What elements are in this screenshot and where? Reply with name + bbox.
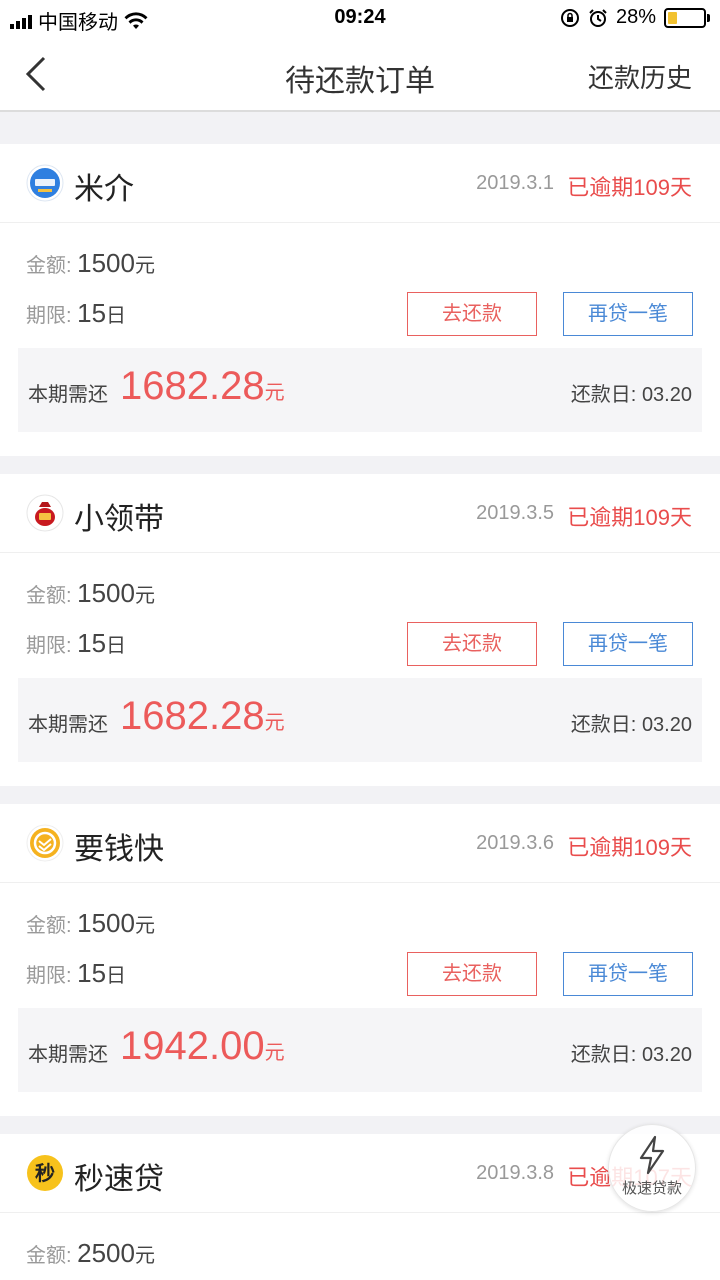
overdue-status: 已逾期109天 (567, 175, 692, 200)
amount-row: 金额: 2500元 (26, 1238, 155, 1268)
borrow-again-button[interactable]: 再贷一笔 (563, 292, 693, 336)
due-amount: 1682.28元 (120, 364, 285, 408)
order-date: 2019.3.8 (476, 1162, 554, 1184)
order-card: 要钱快 2019.3.6 已逾期109天 金额: 1500元 期限: 15日 去… (0, 804, 720, 1116)
term-row: 期限: 15日 (26, 628, 127, 658)
borrow-again-button[interactable]: 再贷一笔 (563, 952, 693, 996)
amount-row: 金额: 1500元 (26, 908, 155, 938)
lender-name: 米介 (74, 173, 134, 206)
battery-percent: 28% (615, 6, 656, 28)
lender-name: 小领带 (74, 503, 164, 536)
battery-icon (664, 7, 710, 28)
repay-button[interactable]: 去还款 (407, 622, 537, 666)
term-row: 期限: 15日 (26, 958, 127, 988)
jisudai-logo-icon (26, 164, 64, 202)
divider (0, 1116, 720, 1134)
status-bar: 中国移动 09:24 28% (0, 0, 720, 36)
order-date: 2019.3.5 (476, 502, 554, 524)
due-label: 本期需还 (28, 384, 108, 406)
repay-date: 还款日: 03.20 (570, 384, 692, 406)
repay-button[interactable]: 去还款 (407, 952, 537, 996)
repay-date: 还款日: 03.20 (570, 1044, 692, 1066)
order-date: 2019.3.6 (476, 832, 554, 854)
repay-history-link[interactable]: 还款历史 (588, 58, 692, 95)
divider (0, 112, 720, 144)
repay-button[interactable]: 去还款 (407, 292, 537, 336)
due-amount: 1942.00元 (120, 1024, 285, 1068)
nav-bar: 待还款订单 还款历史 (0, 36, 720, 112)
due-label: 本期需还 (28, 714, 108, 736)
order-header: 要钱快 2019.3.6 已逾期109天 (0, 804, 720, 883)
due-panel: 本期需还 1682.28元 还款日: 03.20 (18, 348, 702, 432)
order-date: 2019.3.1 (476, 172, 554, 194)
amount-row: 金额: 1500元 (26, 578, 155, 608)
overdue-status: 已逾期109天 (567, 835, 692, 860)
overdue-status: 已逾期109天 (567, 505, 692, 530)
quick-loan-label: 极速贷款 (621, 1180, 682, 1197)
miao-logo-icon: 秒 (26, 1154, 64, 1192)
repay-date: 还款日: 03.20 (570, 714, 692, 736)
order-header: 小领带 2019.3.5 已逾期109天 (0, 474, 720, 553)
borrow-again-button[interactable]: 再贷一笔 (563, 622, 693, 666)
due-panel: 本期需还 1942.00元 还款日: 03.20 (18, 1008, 702, 1092)
divider (0, 456, 720, 474)
coin-logo-icon (26, 824, 64, 862)
lender-name: 秒速贷 (74, 1163, 164, 1196)
lightning-icon (639, 1135, 665, 1175)
order-card: 米介 2019.3.1 已逾期109天 金额: 1500元 期限: 15日 去还… (0, 144, 720, 456)
alarm-icon (589, 8, 607, 27)
order-card: 小领带 2019.3.5 已逾期109天 金额: 1500元 期限: 15日 去… (0, 474, 720, 786)
term-row: 期限: 15日 (26, 298, 127, 328)
due-label: 本期需还 (28, 1044, 108, 1066)
amount-row: 金额: 1500元 (26, 248, 155, 278)
rotation-lock-icon (560, 8, 579, 27)
due-amount: 1682.28元 (120, 694, 285, 738)
divider (0, 786, 720, 804)
svg-text:秒: 秒 (35, 1161, 55, 1185)
due-panel: 本期需还 1682.28元 还款日: 03.20 (18, 678, 702, 762)
order-header: 米介 2019.3.1 已逾期109天 (0, 144, 720, 223)
quick-loan-button[interactable]: 极速贷款 (608, 1124, 696, 1212)
lender-name: 要钱快 (74, 833, 164, 866)
money-bag-logo-icon (26, 494, 64, 532)
